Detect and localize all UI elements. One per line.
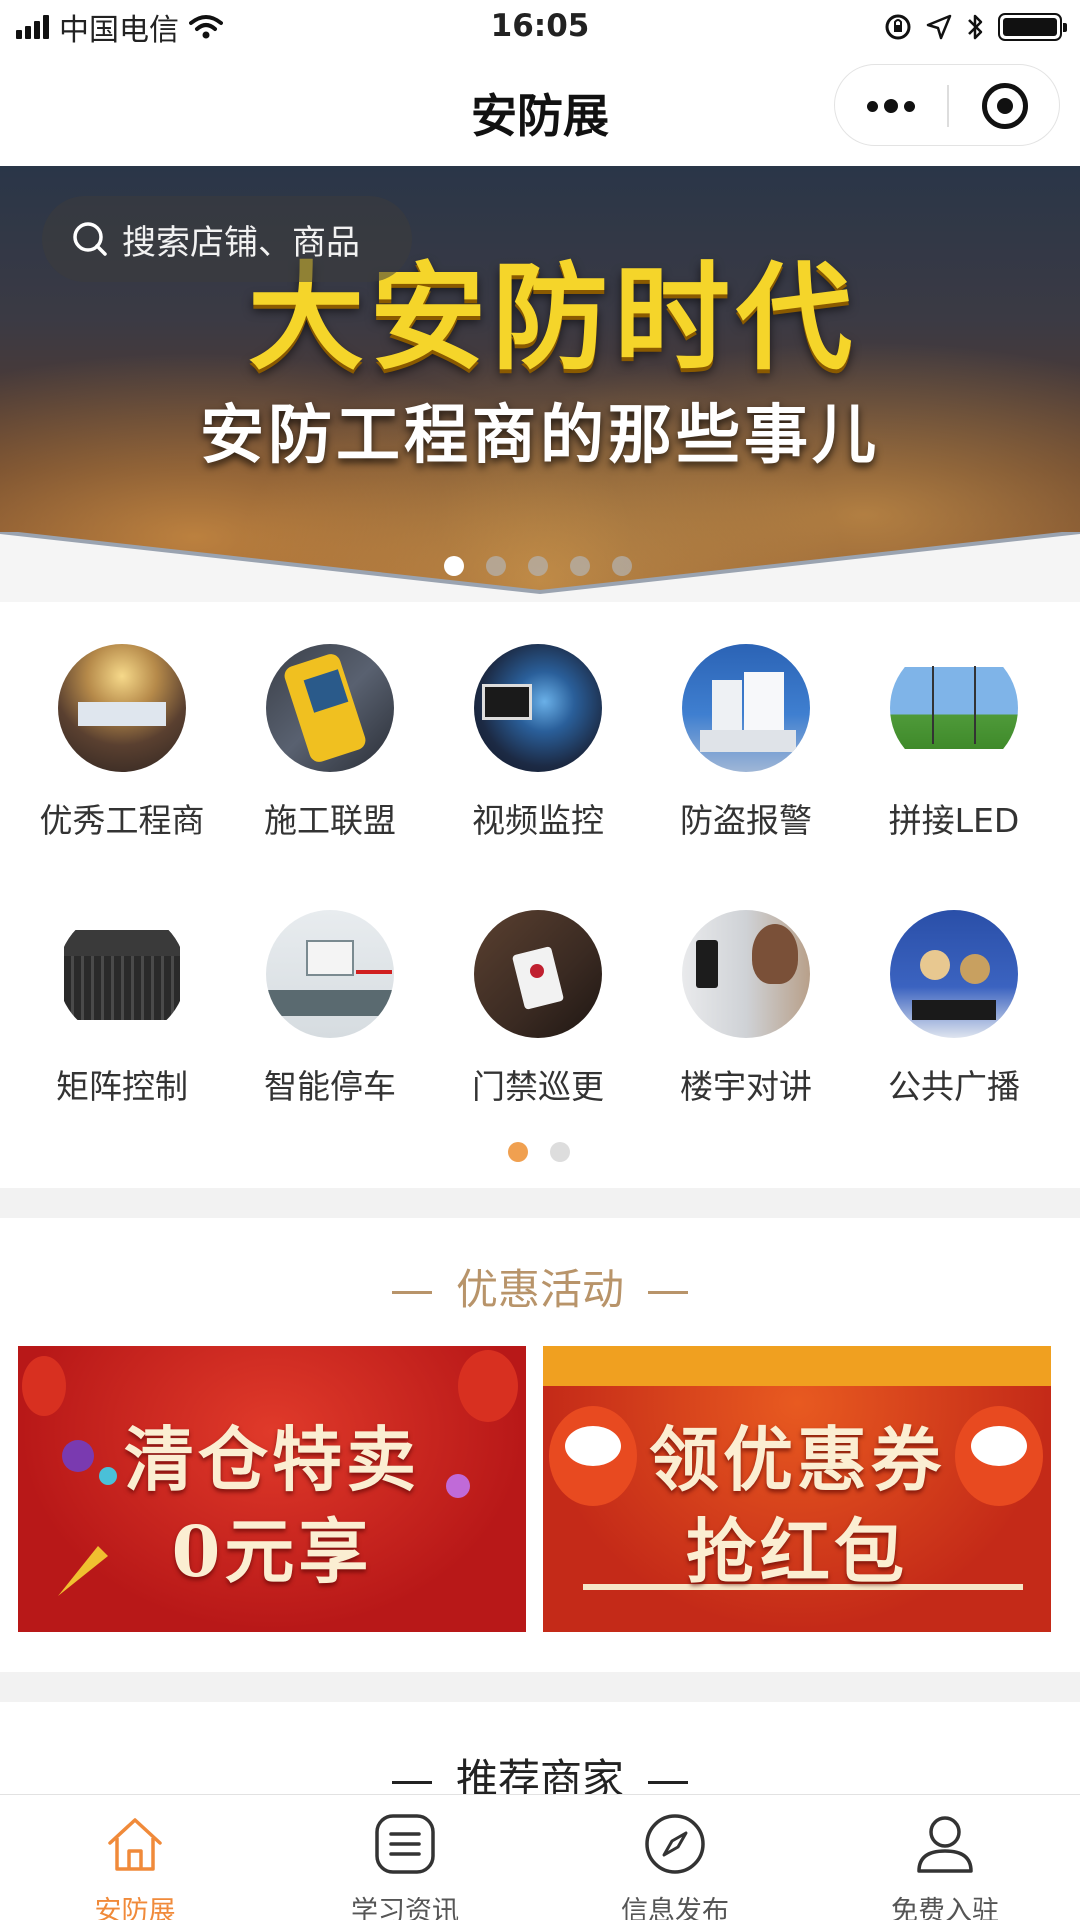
tab-home[interactable]: 安防展	[0, 1795, 270, 1920]
dot-icon	[904, 100, 915, 112]
tab-learning[interactable]: 学习资讯	[270, 1795, 540, 1920]
indicator-dot[interactable]	[612, 556, 632, 576]
video-wall-photo-icon	[890, 644, 1018, 772]
promo-card-coupon[interactable]: 领优惠券 抢红包	[543, 1346, 1051, 1632]
category-item[interactable]: 视频监控	[434, 644, 642, 864]
home-icon	[108, 1818, 162, 1871]
matrix-device-photo-icon	[58, 910, 186, 1038]
section-divider	[0, 1188, 1080, 1218]
promotions-title: 优惠活动	[0, 1256, 1080, 1317]
category-item[interactable]: 智能停车	[226, 910, 434, 1130]
indicator-dot[interactable]	[508, 1142, 528, 1162]
tab-label: 安防展	[94, 1896, 176, 1920]
category-item[interactable]: 施工联盟	[226, 644, 434, 864]
category-label: 公共广播	[888, 1067, 1020, 1106]
tab-label: 信息发布	[621, 1896, 729, 1920]
indicator-dot[interactable]	[444, 556, 464, 576]
conference-photo-icon	[58, 644, 186, 772]
indicator-dot[interactable]	[550, 1142, 570, 1162]
category-label: 矩阵控制	[56, 1067, 188, 1106]
speakers-photo-icon	[890, 910, 1018, 1038]
banner-indicator	[444, 556, 632, 576]
close-button[interactable]	[949, 65, 1061, 147]
user-icon	[917, 1816, 973, 1873]
compass-icon	[645, 1814, 705, 1874]
category-label: 视频监控	[472, 801, 604, 840]
promo-line-1: 清仓特卖	[124, 1418, 420, 1501]
tab-bar: 安防展 学习资讯 信息发布 免费入驻	[0, 1794, 1080, 1920]
title-dash	[648, 1781, 688, 1784]
category-item[interactable]: 楼宇对讲	[642, 910, 850, 1130]
battery-icon	[998, 13, 1067, 41]
category-grid: 优秀工程商 施工联盟 视频监控 防盗报警 拼接LED 矩阵控制 智能停车 门禁巡…	[0, 602, 1080, 1188]
status-right	[884, 10, 1067, 44]
status-bar: 中国电信 16:05	[0, 0, 1080, 54]
parking-gate-photo-icon	[266, 910, 394, 1038]
category-item[interactable]: 门禁巡更	[434, 910, 642, 1130]
dot-icon	[867, 100, 878, 112]
category-label: 防盗报警	[680, 801, 812, 840]
target-icon	[982, 83, 1028, 129]
tab-label: 免费入驻	[891, 1896, 999, 1920]
section-divider	[0, 1672, 1080, 1702]
network-tester-photo-icon	[266, 644, 394, 772]
title-dash	[391, 1781, 432, 1784]
category-item[interactable]: 优秀工程商	[18, 644, 226, 864]
indicator-dot[interactable]	[528, 556, 548, 576]
more-button[interactable]	[835, 65, 947, 147]
category-label: 楼宇对讲	[680, 1067, 812, 1106]
indicator-dot[interactable]	[486, 556, 506, 576]
category-label: 拼接LED	[888, 801, 1020, 840]
indicator-dot[interactable]	[570, 556, 590, 576]
tab-label: 学习资讯	[351, 1896, 459, 1920]
nav-bar: 安防展	[0, 54, 1080, 166]
category-label: 施工联盟	[264, 801, 396, 840]
bluetooth-icon	[968, 14, 983, 40]
promo-line-2: 抢红包	[686, 1510, 908, 1593]
title-dash	[391, 1291, 432, 1294]
location-icon	[926, 14, 952, 40]
search-icon	[73, 222, 107, 256]
intercom-photo-icon	[682, 910, 810, 1038]
title-dash	[648, 1291, 688, 1294]
alarm-devices-photo-icon	[682, 644, 810, 772]
tab-publish[interactable]: 信息发布	[540, 1795, 810, 1920]
category-item[interactable]: 拼接LED	[850, 644, 1058, 864]
promotions-title-text: 优惠活动	[455, 1265, 624, 1314]
category-page-indicator	[508, 1142, 570, 1162]
tablet-globe-photo-icon	[474, 644, 602, 772]
tab-join[interactable]: 免费入驻	[810, 1795, 1080, 1920]
category-label: 门禁巡更	[472, 1067, 604, 1106]
banner-subtitle: 安防工程商的那些事儿	[200, 399, 880, 473]
category-item[interactable]: 防盗报警	[642, 644, 850, 864]
orientation-lock-icon	[885, 14, 911, 40]
promo-line-2: 0元享	[171, 1510, 373, 1593]
banner-carousel[interactable]: 大安防时代 安防工程商的那些事儿 搜索店铺、商品	[0, 166, 1080, 602]
access-card-photo-icon	[474, 910, 602, 1038]
category-label: 智能停车	[264, 1067, 396, 1106]
category-item[interactable]: 矩阵控制	[18, 910, 226, 1130]
list-icon	[375, 1814, 435, 1874]
dot-icon	[884, 99, 898, 113]
category-label: 优秀工程商	[39, 801, 205, 840]
category-item[interactable]: 公共广播	[850, 910, 1058, 1130]
search-input[interactable]: 搜索店铺、商品	[42, 196, 412, 282]
promo-card-clearance[interactable]: 清仓特卖 0元享	[18, 1346, 526, 1632]
mini-program-capsule	[834, 64, 1060, 146]
search-placeholder: 搜索店铺、商品	[122, 222, 360, 263]
promo-line-1: 领优惠券	[649, 1418, 945, 1501]
